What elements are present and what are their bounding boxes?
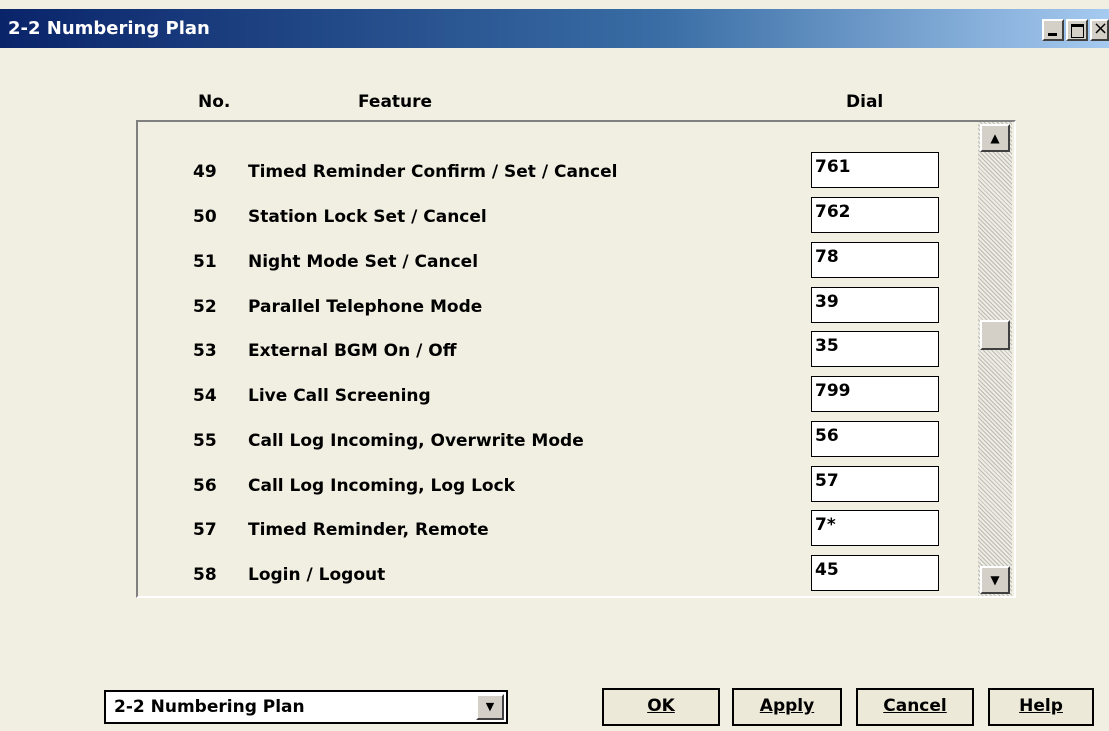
list-item: 50 Station Lock Set / Cancel 762 <box>138 197 978 241</box>
dial-field[interactable]: 45 <box>811 555 939 591</box>
column-header-feature: Feature <box>358 92 433 112</box>
list-item: 57 Timed Reminder, Remote 7* <box>138 510 978 554</box>
feature-number: 57 <box>193 520 217 540</box>
feature-list: 49 Timed Reminder Confirm / Set / Cancel… <box>136 120 1016 598</box>
feature-name: Login / Logout <box>248 565 386 585</box>
feature-number: 52 <box>193 297 217 317</box>
dial-field[interactable]: 762 <box>811 197 939 233</box>
feature-name: Timed Reminder, Remote <box>248 520 489 540</box>
vertical-scrollbar[interactable]: ▲ ▼ <box>978 122 1012 596</box>
feature-number: 55 <box>193 431 217 451</box>
feature-name: Timed Reminder Confirm / Set / Cancel <box>248 162 618 182</box>
list-item: 55 Call Log Incoming, Overwrite Mode 56 <box>138 421 978 465</box>
feature-name: External BGM On / Off <box>248 341 457 361</box>
list-item: 51 Night Mode Set / Cancel 78 <box>138 242 978 286</box>
feature-number: 49 <box>193 162 217 182</box>
scroll-up-icon[interactable]: ▲ <box>980 124 1010 152</box>
title-bar[interactable]: 2-2 Numbering Plan <box>0 9 1109 48</box>
page-select[interactable]: 2-2 Numbering Plan ▼ <box>104 690 508 724</box>
minimize-icon[interactable] <box>1042 19 1064 41</box>
feature-number: 53 <box>193 341 217 361</box>
chevron-down-icon[interactable]: ▼ <box>476 694 504 720</box>
feature-name: Station Lock Set / Cancel <box>248 207 487 227</box>
dial-field[interactable]: 78 <box>811 242 939 278</box>
numbering-plan-window: 2-2 Numbering Plan No. Feature Dial 49 T… <box>0 0 1109 731</box>
dial-field[interactable]: 761 <box>811 152 939 188</box>
cancel-button[interactable]: Cancel <box>856 688 974 726</box>
dial-field[interactable]: 35 <box>811 331 939 367</box>
column-header-dial: Dial <box>846 92 884 112</box>
list-item: 53 External BGM On / Off 35 <box>138 331 978 375</box>
dial-field[interactable]: 56 <box>811 421 939 457</box>
dial-field[interactable]: 39 <box>811 287 939 323</box>
dial-field[interactable]: 57 <box>811 466 939 502</box>
scrollbar-thumb[interactable] <box>980 320 1010 350</box>
feature-name: Live Call Screening <box>248 386 431 406</box>
feature-name: Call Log Incoming, Log Lock <box>248 476 515 496</box>
help-button[interactable]: Help <box>988 688 1094 726</box>
window-title: 2-2 Numbering Plan <box>8 18 210 39</box>
list-item: 52 Parallel Telephone Mode 39 <box>138 287 978 331</box>
scroll-down-icon[interactable]: ▼ <box>980 566 1010 594</box>
feature-number: 51 <box>193 252 217 272</box>
list-item: 58 Login / Logout 45 <box>138 555 978 599</box>
dial-field[interactable]: 7* <box>811 510 939 546</box>
feature-number: 54 <box>193 386 217 406</box>
ok-button[interactable]: OK <box>602 688 720 726</box>
feature-number: 50 <box>193 207 217 227</box>
feature-name: Call Log Incoming, Overwrite Mode <box>248 431 584 451</box>
feature-name: Night Mode Set / Cancel <box>248 252 479 272</box>
page-select-value: 2-2 Numbering Plan <box>114 697 305 717</box>
maximize-icon[interactable] <box>1066 19 1088 41</box>
dial-field[interactable]: 799 <box>811 376 939 412</box>
feature-number: 56 <box>193 476 217 496</box>
list-item: 49 Timed Reminder Confirm / Set / Cancel… <box>138 152 978 196</box>
close-icon[interactable] <box>1090 18 1109 41</box>
apply-button[interactable]: Apply <box>732 688 842 726</box>
list-item: 54 Live Call Screening 799 <box>138 376 978 420</box>
feature-name: Parallel Telephone Mode <box>248 297 483 317</box>
column-header-no: No. <box>198 92 231 112</box>
feature-number: 58 <box>193 565 217 585</box>
list-item: 56 Call Log Incoming, Log Lock 57 <box>138 466 978 510</box>
